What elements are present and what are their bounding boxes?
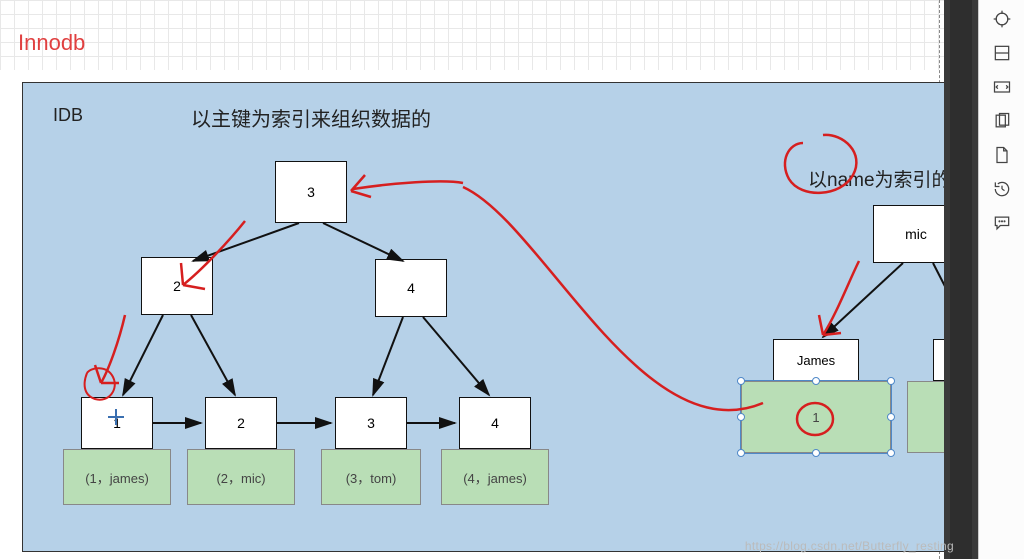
left-leaf-1: (1，james)	[63, 449, 171, 505]
copy-icon[interactable]	[988, 110, 1016, 132]
page-icon[interactable]	[988, 144, 1016, 166]
comment-icon[interactable]	[988, 212, 1016, 234]
primary-index-label: 以主键为索引来组织数据的	[191, 103, 431, 132]
selection-handle[interactable]	[887, 413, 895, 421]
right-leaf-1[interactable]: 1	[741, 381, 891, 453]
diagram-title: Innodb	[18, 30, 85, 56]
cursor-crosshair-icon	[108, 409, 124, 425]
ruler-dark-area	[944, 0, 978, 559]
selection-handle[interactable]	[737, 413, 745, 421]
left-node-r: 4	[375, 259, 447, 317]
idb-label: IDB	[53, 105, 83, 126]
name-index-label: 以name为索引的	[808, 165, 951, 192]
layout-icon[interactable]	[988, 42, 1016, 64]
selection-handle[interactable]	[737, 449, 745, 457]
target-icon[interactable]	[988, 8, 1016, 30]
selection-handle[interactable]	[887, 377, 895, 385]
watermark: https://blog.csdn.net/Butterfly_resting	[745, 539, 954, 553]
selection-handle[interactable]	[737, 377, 745, 385]
left-leafkey-2: 2	[205, 397, 277, 449]
left-leaf-2: (2，mic)	[187, 449, 295, 505]
history-icon[interactable]	[988, 178, 1016, 200]
selection-handle[interactable]	[812, 377, 820, 385]
left-node-l: 2	[141, 257, 213, 315]
selection-handle[interactable]	[812, 449, 820, 457]
right-node-l: James	[773, 339, 859, 381]
selection-handle[interactable]	[887, 449, 895, 457]
tool-rail	[978, 0, 1024, 559]
left-leafkey-4: 4	[459, 397, 531, 449]
left-leafkey-3: 3	[335, 397, 407, 449]
left-leaf-4: (4，james)	[441, 449, 549, 505]
ruler-track	[950, 0, 972, 559]
left-root: 3	[275, 161, 347, 223]
idb-panel: IDB 以主键为索引来组织数据的 以name为索引的 3 2 4 1 2 3 4…	[22, 82, 1022, 552]
left-leaf-3: (3，tom)	[321, 449, 421, 505]
fit-icon[interactable]	[988, 76, 1016, 98]
